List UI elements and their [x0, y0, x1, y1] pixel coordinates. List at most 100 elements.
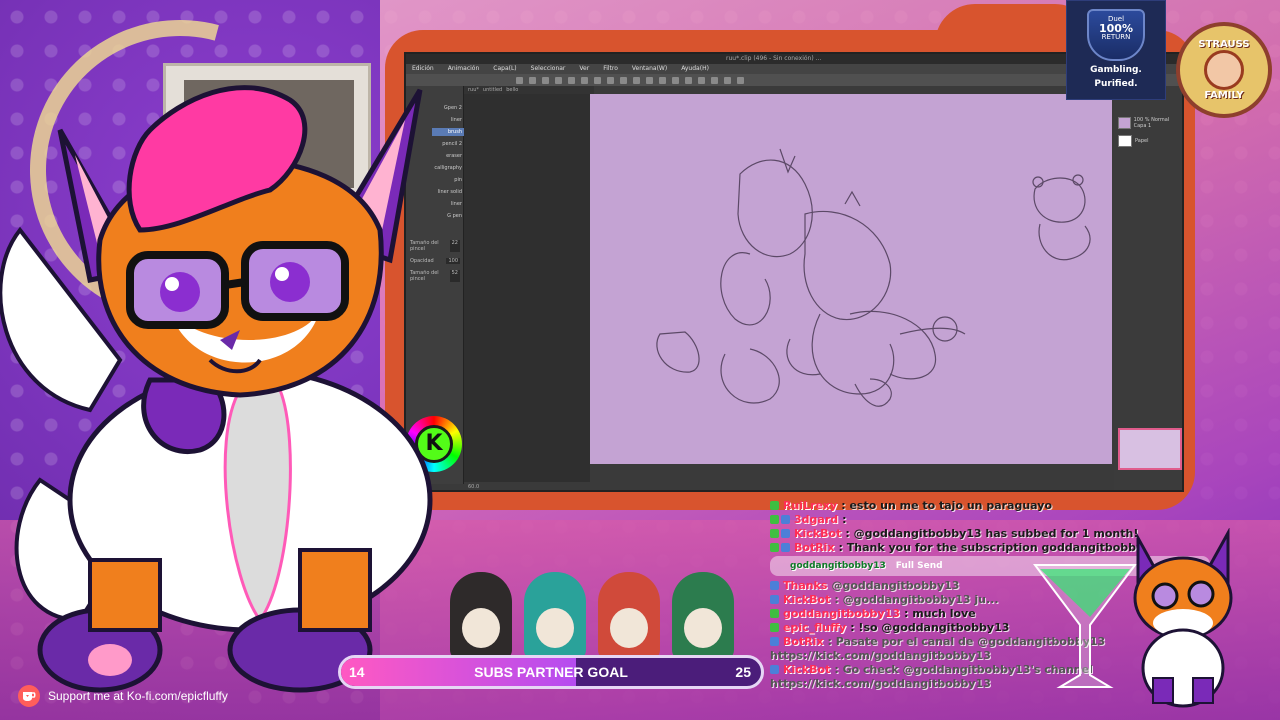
open-file-icon[interactable]: [529, 76, 536, 84]
redo-icon[interactable]: [568, 76, 575, 84]
mascot-face: [684, 608, 722, 648]
deselect-icon[interactable]: [620, 76, 627, 84]
mascot-row: [450, 565, 780, 660]
chat-text: : @goddangitbobby13 ju...: [834, 592, 999, 606]
sponsor-banner: Duel 100% RETURN Gambling. Purified.: [1066, 0, 1166, 100]
kofi-banner: Support me at Ko-fi.com/epicfluffy: [18, 684, 228, 708]
chat-text: : @goddangitbobby13 has subbed for 1 mon…: [845, 526, 1139, 540]
chat-badges: [770, 594, 779, 604]
tab-document[interactable]: bello: [506, 86, 518, 94]
mascot-face: [462, 608, 500, 648]
sub-badge-icon: [770, 500, 779, 510]
select-all-icon[interactable]: [607, 76, 614, 84]
invert-selection-icon[interactable]: [633, 76, 640, 84]
shield-icon: Duel 100% RETURN: [1087, 9, 1145, 61]
sub-badge-icon: [770, 542, 779, 552]
chat-username: Thanks: [783, 578, 828, 592]
sponsor-percent: 100%: [1099, 22, 1133, 35]
bot-badge-icon: [770, 594, 779, 604]
chat-username: KickBot: [794, 526, 842, 540]
drawing-app-window: ruu*.clip (496 - Sin conexión) ... Edici…: [404, 52, 1184, 492]
chat-username: 3dgard: [794, 512, 839, 526]
sponsor-return: RETURN: [1101, 33, 1131, 41]
bot-badge-icon: [781, 542, 790, 552]
fill-icon[interactable]: [737, 76, 744, 84]
sub-badge-icon: [770, 514, 779, 524]
send-label: Full Send: [895, 561, 943, 571]
menu-item-ayuda[interactable]: Ayuda(H): [681, 64, 709, 74]
sponsor-tagline-2: Purified.: [1094, 79, 1138, 89]
sub-badge-icon: [770, 622, 779, 632]
new-file-icon[interactable]: [516, 76, 523, 84]
flip-icon[interactable]: [698, 76, 705, 84]
menu-item-ventana[interactable]: Ventana(W): [632, 64, 667, 74]
chat-text: @goddangitbobby13: [831, 578, 960, 592]
color-picker-icon[interactable]: [724, 76, 731, 84]
goal-title: SUBS PARTNER GOAL: [474, 664, 628, 680]
grid-icon[interactable]: [685, 76, 692, 84]
mascot-face: [536, 608, 574, 648]
mascot-figure: [524, 572, 586, 660]
small-fox-avatar: [1133, 528, 1233, 708]
chat-text: : Thank you for the subscription goddang…: [838, 540, 1144, 554]
chat-username: RuiLrexy: [783, 498, 838, 512]
chat-username: goddangitbobby13: [783, 606, 900, 620]
menu-item-filtro[interactable]: Filtro: [603, 64, 618, 74]
menu-item-seleccionar[interactable]: Seleccionar: [531, 64, 566, 74]
navigator-preview[interactable]: [1118, 428, 1182, 470]
chat-message: RuiLrexy : esto un me to tajo un paragua…: [770, 498, 1210, 512]
chat-link[interactable]: https://kick.com/goddangitbobby13: [770, 677, 991, 690]
send-username: goddangitbobby13: [790, 561, 886, 571]
chat-badges: [770, 528, 790, 538]
kofi-text: Support me at Ko-fi.com/epicfluffy: [48, 689, 228, 703]
chat-username: epic_fluffy: [783, 620, 847, 634]
chat-text: : much love: [904, 606, 976, 620]
fox-avatar: [0, 85, 433, 693]
chat-text: : esto un me to tajo un paraguayo: [841, 498, 1052, 512]
sub-badge-icon: [770, 608, 779, 618]
mascot-figure: [598, 572, 660, 660]
layer-thumbnail: [1118, 117, 1131, 129]
family-emblem: STRAUSS FAMILY: [1176, 22, 1272, 118]
layer-thumbnail: [1118, 135, 1132, 147]
chat-username: BotRix: [783, 634, 824, 648]
goal-target: 25: [735, 664, 751, 680]
sub-badge-icon: [770, 528, 779, 538]
ruler-icon[interactable]: [672, 76, 679, 84]
chat-badges: [770, 608, 779, 618]
avatar: [1204, 50, 1244, 90]
chat-link[interactable]: https://kick.com/goddangitbobby13: [770, 649, 991, 662]
tab-document[interactable]: untitled: [483, 86, 502, 94]
bot-badge-icon: [770, 636, 779, 646]
chat-badges: [770, 664, 779, 674]
undo-icon[interactable]: [555, 76, 562, 84]
document-tabs: ruu* untitled bello: [464, 86, 594, 94]
transform-icon[interactable]: [594, 76, 601, 84]
clear-icon[interactable]: [581, 76, 588, 84]
chat-username: KickBot: [783, 662, 831, 676]
coffee-cup-icon: [18, 685, 40, 707]
bot-badge-icon: [770, 580, 779, 590]
chat-badges: [770, 542, 790, 552]
family-badge-bottom: FAMILY: [1204, 90, 1244, 101]
mascot-face: [610, 608, 648, 648]
status-bar: 60.0: [464, 482, 1114, 490]
menu-item-capa[interactable]: Capa(L): [493, 64, 516, 74]
mascot-figure: [672, 572, 734, 660]
family-badge-top: STRAUSS: [1198, 39, 1250, 50]
chat-text: : !so @goddangitbobby13: [850, 620, 1010, 634]
chat-username: KickBot: [783, 592, 831, 606]
family-badge: STRAUSS FAMILY: [1168, 0, 1280, 140]
layer-name: Papel: [1135, 138, 1149, 144]
crop-icon[interactable]: [646, 76, 653, 84]
layers-panel: 100 % Normal Capa 1 Papel: [1114, 86, 1182, 490]
sketch-drawing: [656, 148, 1091, 407]
save-icon[interactable]: [542, 76, 549, 84]
menu-item-ver[interactable]: Ver: [579, 64, 589, 74]
snap-icon[interactable]: [659, 76, 666, 84]
subs-goal-bar: 14 SUBS PARTNER GOAL 25: [338, 655, 764, 689]
drawing-canvas[interactable]: [590, 94, 1112, 464]
rotate-icon[interactable]: [711, 76, 718, 84]
workspace-background: [464, 94, 590, 484]
sponsor-tagline-1: Gambling.: [1090, 65, 1142, 75]
